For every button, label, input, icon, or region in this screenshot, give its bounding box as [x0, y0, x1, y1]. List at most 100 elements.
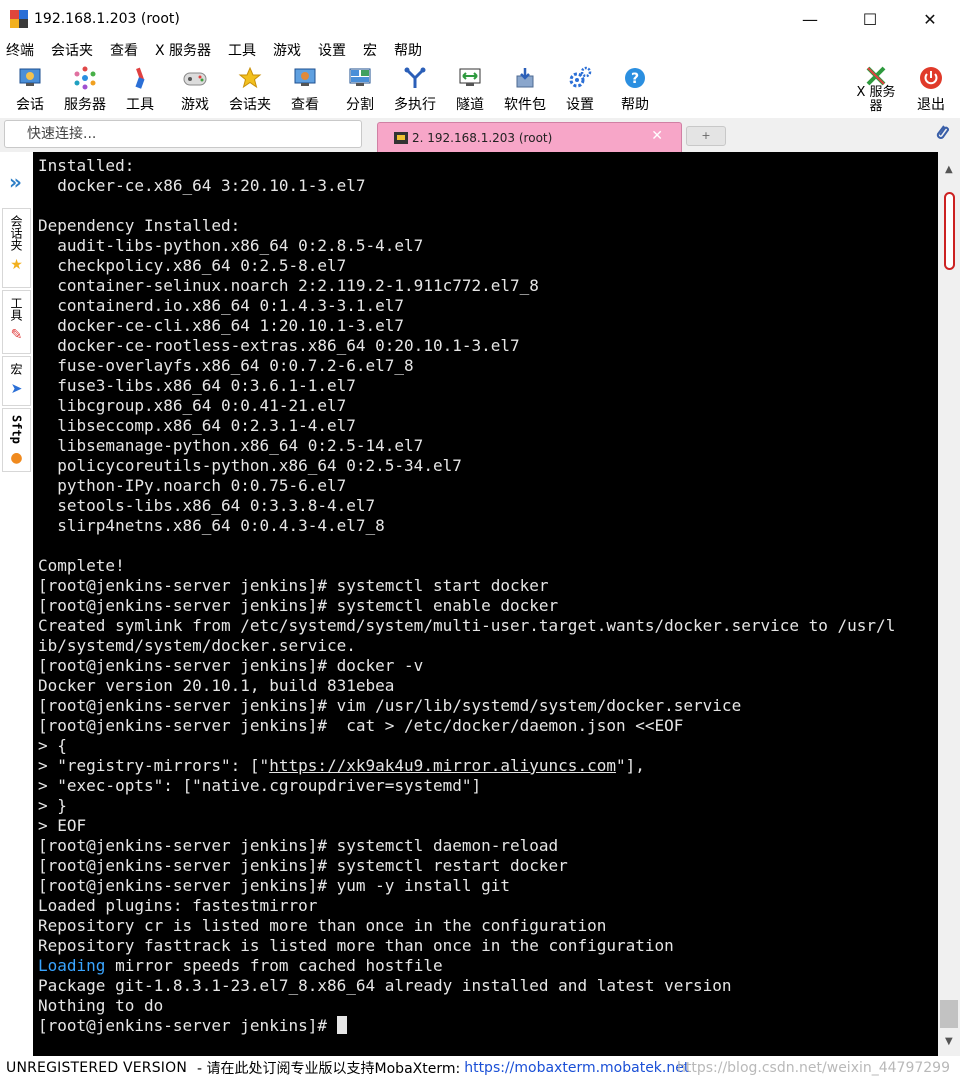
terminal-line: python-IPy.noarch 0:0.75-6.el7 [38, 476, 347, 495]
toolbar-exit-button[interactable]: 退出 [903, 64, 959, 114]
unregistered-label: UNREGISTERED VERSION [6, 1060, 188, 1076]
menu-xserver[interactable]: X 服务器 [155, 40, 220, 60]
toolbar-multiexec-button[interactable]: 多执行 [387, 64, 443, 114]
quick-connect-input[interactable]: 快速连接... [4, 120, 362, 148]
star-icon: ★ [10, 257, 23, 273]
menu-view[interactable]: 查看 [110, 40, 147, 60]
svg-text:?: ? [631, 71, 639, 87]
tab-row: 快速连接... 2. 192.168.1.203 (root) ✕ + [0, 118, 960, 152]
menu-sessions[interactable]: 会话夹 [51, 40, 102, 60]
terminal-line: Loaded plugins: fastestmirror [38, 896, 318, 915]
toolbar-tunnel-button[interactable]: 隧道 [442, 64, 498, 114]
settings-icon [567, 66, 593, 90]
menu-games[interactable]: 游戏 [273, 40, 310, 60]
terminal-line: > EOF [38, 816, 87, 835]
terminal-line: Docker version 20.10.1, build 831ebea [38, 676, 395, 695]
terminal-line: Package git-1.8.3.1-23.el7_8.x86_64 alre… [38, 976, 732, 995]
terminal-line: checkpolicy.x86_64 0:2.5-8.el7 [38, 256, 347, 275]
registry-mirror-link[interactable]: https://xk9ak4u9.mirror.aliyuncs.com [269, 756, 616, 775]
toolbar-bookmarks-button[interactable]: 会话夹 [222, 64, 278, 114]
toolbar-games-button[interactable]: 游戏 [167, 64, 223, 114]
toolbar-settings-button[interactable]: 设置 [552, 64, 608, 114]
title-bar: 192.168.1.203 (root) — ☐ ✕ [0, 0, 960, 38]
toolbar-help-button[interactable]: ? 帮助 [607, 64, 663, 114]
send-icon: ➤ [10, 381, 23, 397]
terminal-line: Dependency Installed: [38, 216, 241, 235]
toolbar-packages-button[interactable]: 软件包 [497, 64, 553, 114]
menu-help[interactable]: 帮助 [394, 40, 431, 60]
help-icon: ? [622, 66, 648, 90]
side-tab-sessions[interactable]: 会话夹 ★ [2, 208, 31, 288]
menu-settings[interactable]: 设置 [318, 40, 355, 60]
paperclip-icon[interactable] [934, 122, 950, 147]
terminal-line: Nothing to do [38, 996, 164, 1015]
terminal-line: libcgroup.x86_64 0:0.41-21.el7 [38, 396, 347, 415]
scroll-down-icon[interactable]: ▼ [945, 1036, 953, 1047]
terminal-line: > { [38, 736, 67, 755]
terminal-line: slirp4netns.x86_64 0:0.4.3-4.el7_8 [38, 516, 385, 535]
terminal[interactable]: Installed: docker-ce.x86_64 3:20.10.1-3.… [33, 152, 938, 1056]
menu-macros[interactable]: 宏 [363, 40, 386, 60]
maximize-button[interactable]: ☐ [840, 0, 900, 38]
sftp-icon: ● [10, 449, 23, 466]
terminal-line: [root@jenkins-server jenkins]# docker -v [38, 656, 424, 675]
terminal-scrollbar[interactable]: ▲ ▼ [938, 152, 960, 1056]
toolbar-session-button[interactable]: 会话 [2, 64, 58, 114]
side-tab-macros[interactable]: 宏 ➤ [2, 356, 31, 406]
subscribe-message[interactable]: - 请在此处订阅专业版以支持MobaXterm: [197, 1058, 460, 1078]
close-button[interactable]: ✕ [900, 0, 960, 38]
split-icon [347, 66, 373, 90]
servers-icon [72, 66, 98, 90]
terminal-line: setools-libs.x86_64 0:3.3.8-4.el7 [38, 496, 376, 515]
menu-tools[interactable]: 工具 [228, 40, 265, 60]
toolbar-xserver-button[interactable]: X 服务 器 [848, 64, 904, 114]
terminal-line: containerd.io.x86_64 0:1.4.3-3.1.el7 [38, 296, 405, 315]
terminal-line: [root@jenkins-server jenkins]# systemctl… [38, 856, 568, 875]
new-tab-button[interactable]: + [686, 126, 726, 146]
tab-close-icon[interactable]: ✕ [651, 128, 663, 144]
minimize-button[interactable]: — [780, 0, 840, 38]
menu-terminal[interactable]: 终端 [6, 40, 43, 60]
tab-session-192-168-1-203[interactable]: 2. 192.168.1.203 (root) ✕ [377, 122, 682, 152]
terminal-line-registry: > "registry-mirrors": ["https://xk9ak4u9… [38, 756, 645, 775]
games-icon [182, 66, 208, 90]
terminal-line: [root@jenkins-server jenkins]# cat > /et… [38, 716, 684, 735]
scroll-up-icon[interactable]: ▲ [945, 164, 953, 175]
terminal-line: libsemanage-python.x86_64 0:2.5-14.el7 [38, 436, 424, 455]
terminal-line: [root@jenkins-server jenkins]# systemctl… [38, 596, 559, 615]
terminal-line: > "exec-opts": ["native.cgroupdriver=sys… [38, 776, 482, 795]
toolbar-view-button[interactable]: 查看 [277, 64, 333, 114]
side-tab-sftp[interactable]: Sftp ● [2, 408, 31, 472]
session-icon [17, 66, 43, 90]
terminal-line: audit-libs-python.x86_64 0:2.8.5-4.el7 [38, 236, 424, 255]
toolbar-split-button[interactable]: 分割 [332, 64, 388, 114]
terminal-line: Repository fasttrack is listed more than… [38, 936, 674, 955]
terminal-line: docker-ce-cli.x86_64 1:20.10.1-3.el7 [38, 316, 405, 335]
terminal-line: [root@jenkins-server jenkins]# systemctl… [38, 576, 549, 595]
view-icon [292, 66, 318, 90]
terminal-prompt-line[interactable]: [root@jenkins-server jenkins]# [38, 1016, 938, 1036]
menu-bar: 终端 会话夹 查看 X 服务器 工具 游戏 设置 宏 帮助 [0, 38, 960, 62]
toolbar: 会话 服务器 工具 游戏 会话夹 查看 分割 多执行 隧道 软件包 设置 ? 帮… [0, 62, 960, 116]
multiexec-icon [402, 66, 428, 90]
toolbar-tools-button[interactable]: 工具 [112, 64, 168, 114]
terminal-line: docker-ce.x86_64 3:20.10.1-3.el7 [38, 176, 366, 195]
tools-icon: ✎ [10, 327, 23, 343]
terminal-line: policycoreutils-python.x86_64 0:2.5-34.e… [38, 456, 462, 475]
mobaxterm-link[interactable]: https://mobaxterm.mobatek.net [464, 1060, 689, 1076]
terminal-line: ib/systemd/system/docker.service. [38, 636, 356, 655]
terminal-line-loading: Loading mirror speeds from cached hostfi… [38, 956, 443, 975]
terminal-line: libseccomp.x86_64 0:2.3.1-4.el7 [38, 416, 356, 435]
packages-icon [512, 66, 538, 90]
scrollbar-thumb[interactable] [944, 192, 955, 270]
side-tab-tools[interactable]: 工具 ✎ [2, 290, 31, 354]
toolbar-servers-button[interactable]: 服务器 [57, 64, 113, 114]
terminal-line: > } [38, 796, 67, 815]
window-title: 192.168.1.203 (root) [34, 11, 180, 27]
scrollbar-track-end[interactable] [940, 1000, 958, 1028]
terminal-line: fuse3-libs.x86_64 0:3.6.1-1.el7 [38, 376, 356, 395]
expand-sidebar-icon[interactable]: » [9, 170, 22, 194]
watermark: https://blog.csdn.net/weixin_44797299 [676, 1060, 950, 1076]
